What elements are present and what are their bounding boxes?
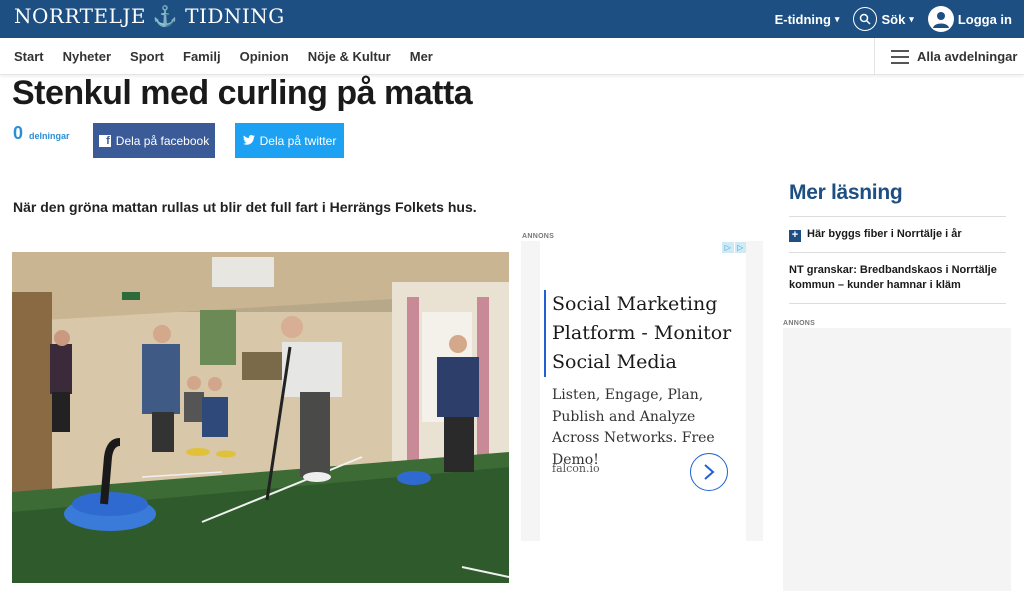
article-headline: Stenkul med curling på matta — [12, 74, 473, 112]
sidebar-ad-label: ANNONS — [783, 320, 816, 327]
ad-label: ANNONS — [522, 233, 555, 240]
share-facebook-button[interactable]: f Dela på facebook — [93, 123, 215, 158]
share-count: 0 — [13, 123, 24, 143]
ad-domain[interactable]: falcon.io — [552, 462, 600, 475]
facebook-icon: f — [98, 134, 111, 147]
all-sections-button[interactable]: Alla avdelningar — [874, 38, 1024, 75]
etidning-label: E-tidning — [774, 11, 831, 27]
search-label: Sök — [881, 11, 906, 27]
search-icon — [853, 7, 878, 31]
hamburger-icon — [891, 49, 909, 64]
etidning-link[interactable]: E-tidning ▾ — [775, 12, 840, 27]
nav-item-familj[interactable]: Familj — [183, 49, 221, 64]
share-count-label: delningar — [29, 130, 70, 141]
more-reading-item-label: Här byggs fiber i Norrtälje i år — [807, 228, 962, 240]
sidebar-ad-container — [783, 328, 1011, 591]
ad-title[interactable]: Social Marketing Platform - Monitor Soci… — [544, 290, 740, 377]
article-lead: När den gröna mattan rullas ut blir det … — [13, 199, 477, 215]
nav-item-mer[interactable]: Mer — [410, 49, 433, 64]
nav-item-opinion[interactable]: Opinion — [240, 49, 289, 64]
login-button[interactable]: Logga in — [927, 6, 1012, 32]
curling-photo-illustration — [12, 252, 509, 583]
chevron-down-icon: ▾ — [909, 13, 914, 24]
share-counter: 0 delningar — [13, 123, 70, 144]
more-reading-title: Mer läsning — [789, 181, 903, 204]
share-twitter-label: Dela på twitter — [259, 133, 337, 148]
more-reading-item[interactable]: NT granskar: Bredbandskaos i Norrtälje k… — [789, 252, 1006, 304]
section-nav: Start Nyheter Sport Familj Opinion Nöje … — [0, 38, 1024, 75]
nav-item-sport[interactable]: Sport — [130, 49, 164, 64]
logo-text: NORRTELJE ⚓ TIDNING — [14, 4, 285, 28]
login-label: Logga in — [957, 11, 1012, 27]
article-photo[interactable] — [12, 252, 509, 583]
ad-open-button[interactable] — [690, 453, 728, 491]
more-reading-item[interactable]: + Här byggs fiber i Norrtälje i år — [789, 216, 1006, 252]
more-reading-list: + Här byggs fiber i Norrtälje i år NT gra… — [789, 216, 1006, 304]
top-nav: E-tidning ▾ Sök ▾ Logga in — [775, 0, 1012, 38]
chevron-down-icon: ▾ — [834, 13, 840, 24]
user-icon — [927, 6, 954, 32]
adchoices-icon[interactable]: ▷ ▷ — [722, 242, 746, 253]
nav-item-nyheter[interactable]: Nyheter — [63, 49, 111, 64]
plus-icon: + — [789, 229, 801, 242]
more-reading-item-label: NT granskar: Bredbandskaos i Norrtälje k… — [789, 264, 997, 291]
all-sections-label: Alla avdelningar — [917, 49, 1018, 64]
nav-item-start[interactable]: Start — [14, 49, 44, 64]
search-button[interactable]: Sök ▾ — [853, 7, 914, 31]
share-facebook-label: Dela på facebook — [115, 133, 210, 148]
nav-item-noje-kultur[interactable]: Nöje & Kultur — [308, 49, 391, 64]
site-logo[interactable]: NORRTELJE ⚓ TIDNING — [14, 4, 285, 28]
chevron-right-icon — [704, 464, 715, 480]
share-twitter-button[interactable]: Dela på twitter — [235, 123, 344, 158]
top-bar: NORRTELJE ⚓ TIDNING E-tidning ▾ Sök ▾ Lo… — [0, 0, 1024, 38]
twitter-icon — [242, 134, 255, 148]
